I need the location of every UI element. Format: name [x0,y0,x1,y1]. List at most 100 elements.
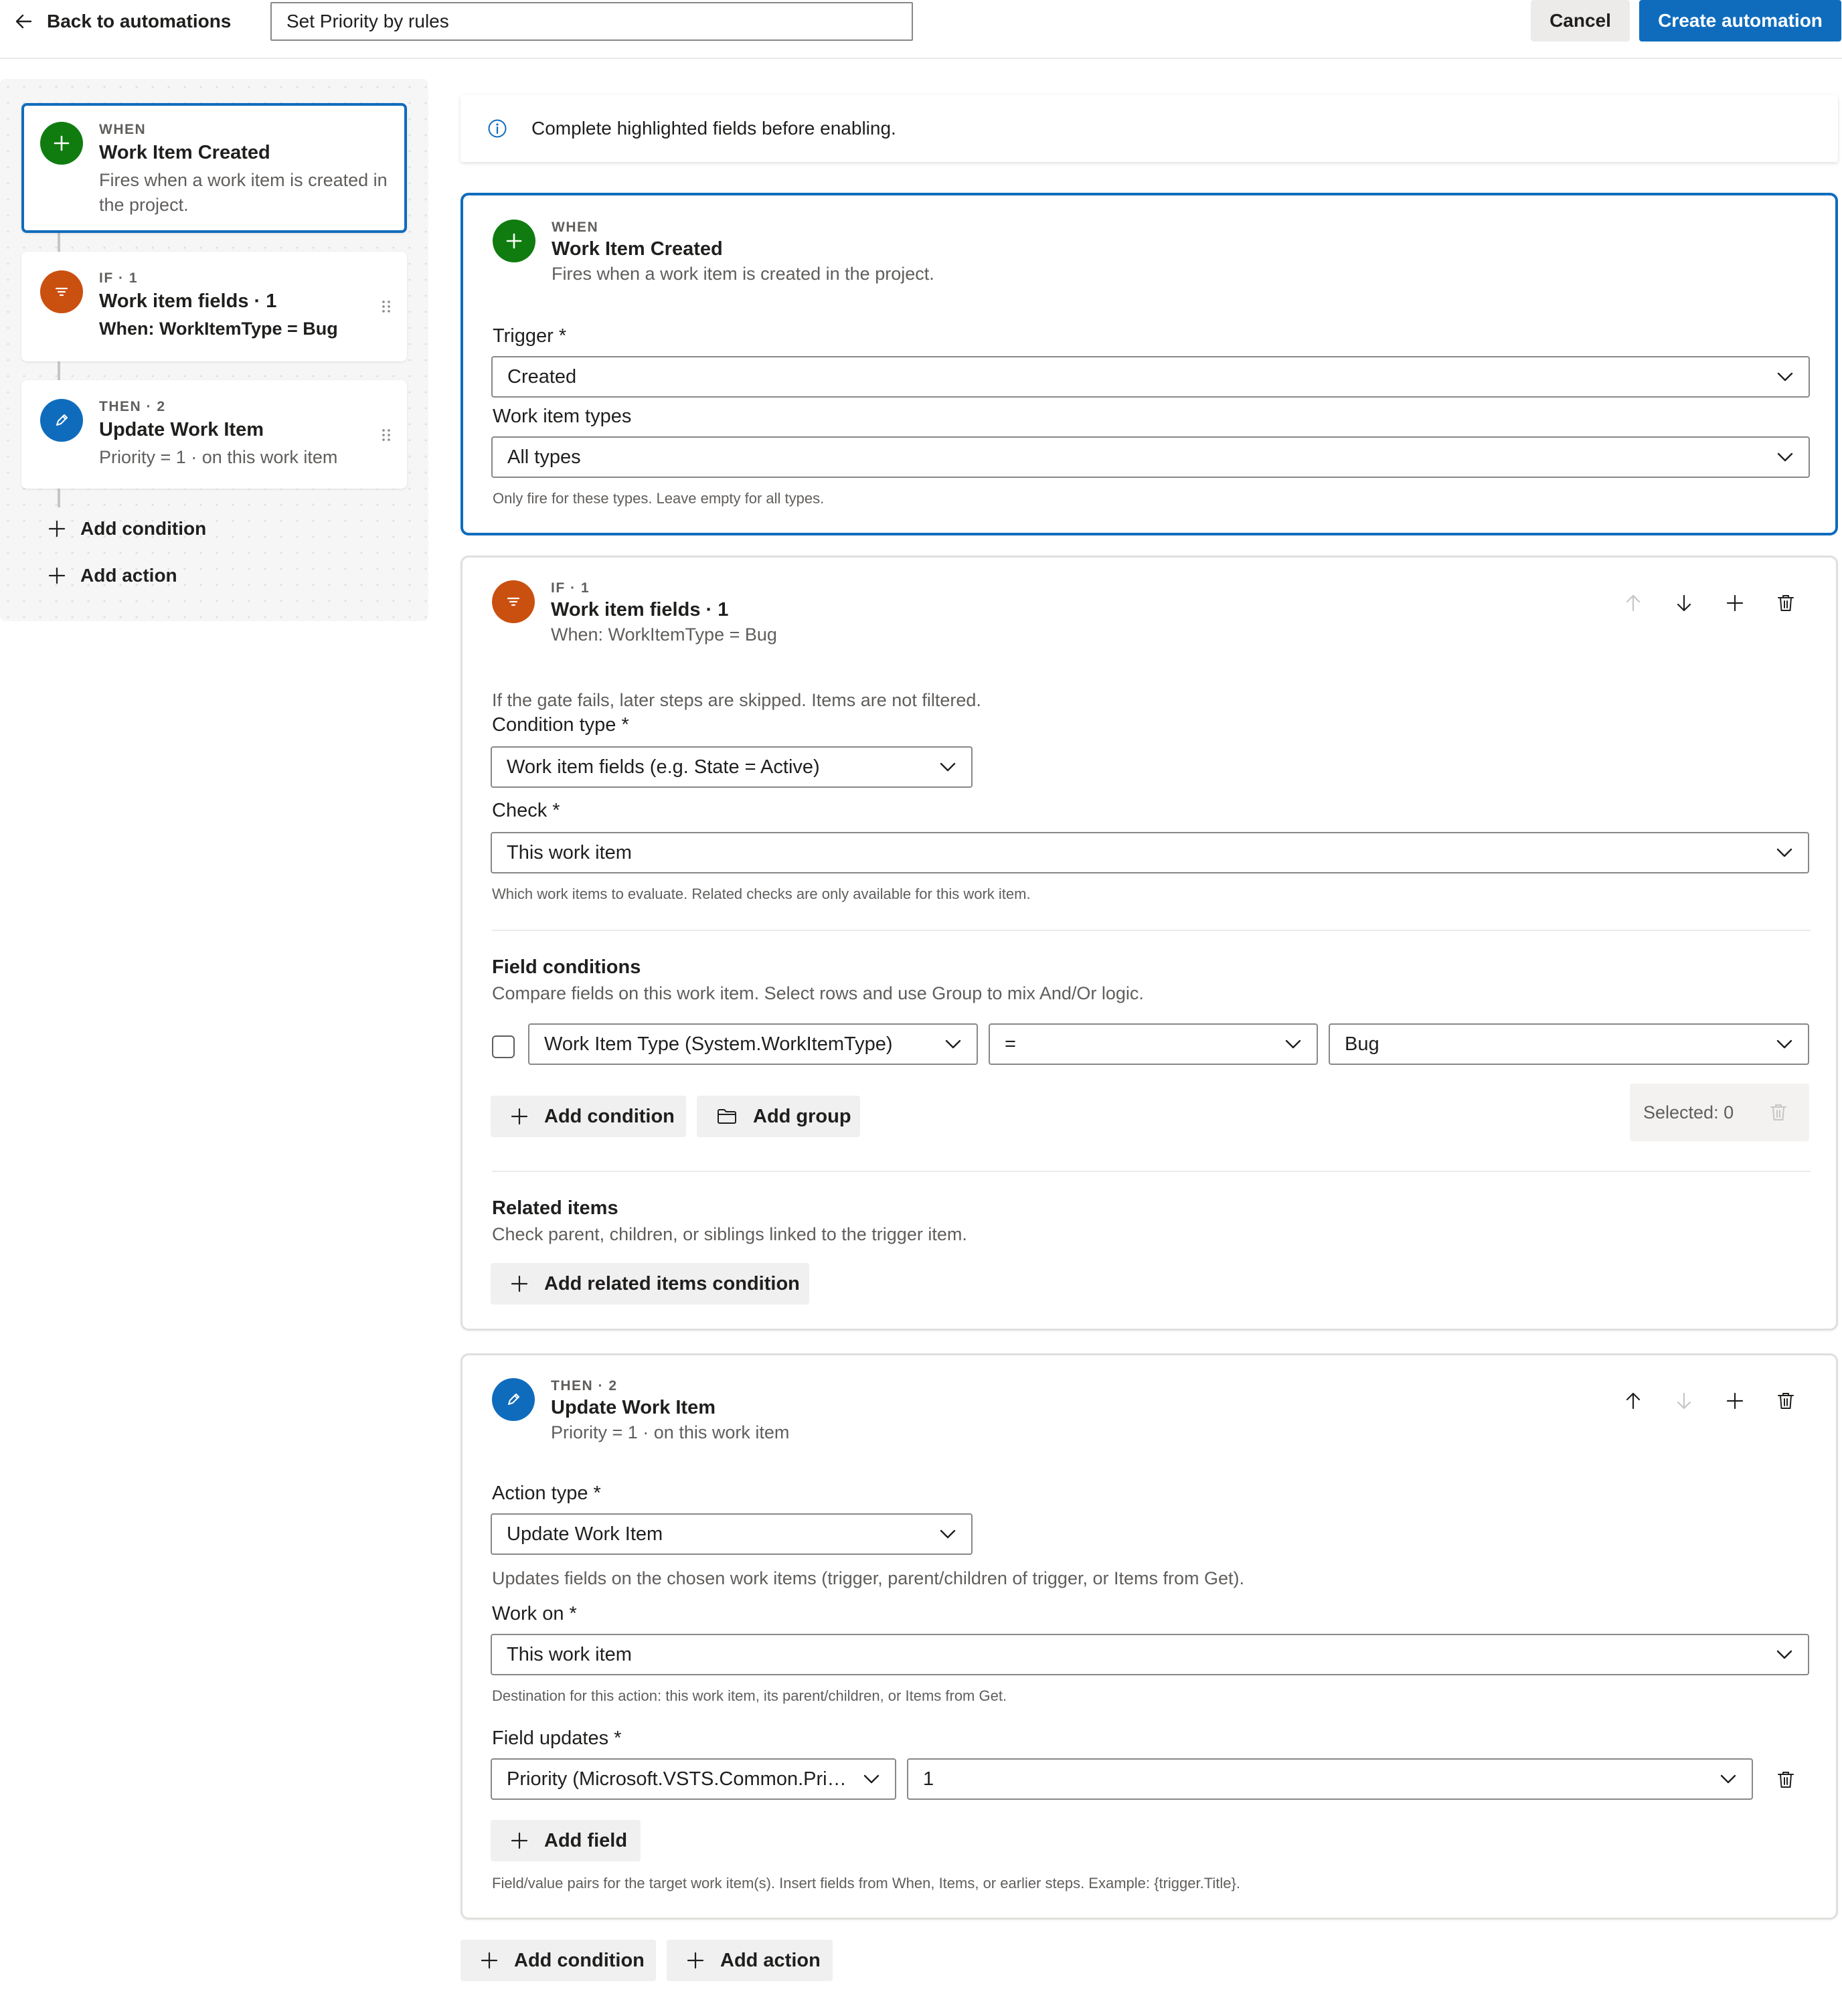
trash-icon [1778,595,1794,611]
work-on-value: This work item [507,1644,632,1665]
bottom-add-action-button[interactable]: Add action [667,1940,833,1981]
work-item-types-help: Only fire for these types. Leave empty f… [493,490,825,507]
chevron-down-icon [1776,1039,1792,1049]
panel-subtitle: Fires when a work item is created in the… [552,264,934,284]
related-items-title: Related items [492,1197,618,1219]
trigger-value: Created [507,366,577,388]
condition-row-checkbox[interactable] [492,1035,515,1058]
check-select[interactable]: This work item [491,832,1809,873]
chevron-down-icon [1777,372,1793,382]
selection-toolbar: Selected: 0 [1630,1084,1809,1141]
arrow-up-icon [1626,1392,1641,1410]
drag-handle-icon[interactable] [382,428,391,442]
work-item-types-select[interactable]: All types [491,436,1810,478]
move-up-button[interactable] [1618,588,1648,618]
plus-icon [511,1108,528,1125]
sidebar-add-action-button[interactable]: Add action [48,565,177,586]
field-conditions-desc: Compare fields on this work item. Select… [492,983,1144,1003]
add-related-items-label: Add related items condition [544,1272,800,1294]
bottom-add-condition-button[interactable]: Add condition [460,1940,656,1981]
move-up-button[interactable] [1618,1386,1648,1416]
add-step-button[interactable] [1720,588,1750,618]
back-link-label: Back to automations [47,11,232,31]
panel-title: Update Work Item [551,1397,716,1418]
work-item-types-label: Work item types [493,406,632,427]
add-condition-label: Add condition [544,1105,675,1127]
chevron-down-icon [945,1039,961,1049]
step-subtitle: Fires when a work item is created in the… [99,170,388,215]
panel-title: Work item fields · 1 [551,599,729,620]
step-title: Work Item Created [99,142,270,163]
trash-icon [1778,1772,1794,1788]
drag-handle-icon[interactable] [382,300,391,313]
update-field-value: Priority (Microsoft.VSTS.Common.Prio... [507,1768,848,1790]
selected-count: Selected: 0 [1643,1102,1734,1122]
plus-icon [481,1952,498,1969]
info-icon [488,119,507,138]
action-type-select[interactable]: Update Work Item [491,1513,973,1555]
chevron-down-icon [1776,848,1792,857]
delete-selected-button[interactable] [1764,1098,1793,1127]
delete-field-update-button[interactable] [1771,1765,1801,1794]
chevron-down-icon [863,1774,880,1784]
plus-icon [687,1952,704,1969]
folder-icon [718,1109,736,1124]
step-eyebrow: WHEN [99,122,147,137]
add-field-label: Add field [544,1829,628,1851]
delete-step-button[interactable] [1771,588,1801,618]
sidebar-step-when[interactable]: WHEN Work Item Created Fires when a work… [21,103,407,233]
notice-text: Complete highlighted fields before enabl… [531,118,896,139]
action-type-help: Updates fields on the chosen work items … [492,1568,1244,1588]
update-value-select[interactable]: 1 [907,1758,1753,1800]
add-field-button[interactable]: Add field [491,1820,641,1861]
automation-name-input[interactable] [270,2,913,41]
plus-icon [1726,594,1744,612]
create-automation-button[interactable]: Create automation [1639,0,1841,41]
check-label: Check * [492,800,560,821]
update-field-select[interactable]: Priority (Microsoft.VSTS.Common.Prio... [491,1758,896,1800]
add-related-items-button[interactable]: Add related items condition [491,1263,809,1305]
condition-operator-value: = [1005,1033,1016,1055]
arrow-left-icon [15,13,32,30]
cancel-button[interactable]: Cancel [1531,0,1630,41]
step-subtitle: When: WorkItemType = Bug [99,319,338,339]
work-on-select[interactable]: This work item [491,1634,1809,1675]
add-group-label: Add group [753,1105,851,1127]
sidebar-step-then[interactable]: THEN · 2 Update Work Item Priority = 1 ·… [21,380,407,489]
trigger-label: Trigger * [493,325,567,347]
condition-field-value: Work Item Type (System.WorkItemType) [544,1033,893,1055]
work-item-types-value: All types [507,446,581,468]
condition-value-select[interactable]: Bug [1329,1023,1809,1065]
sidebar-add-condition-button[interactable]: Add condition [48,518,206,539]
plus-icon [511,1832,528,1849]
panel-subtitle: Priority = 1 · on this work item [551,1422,790,1442]
move-down-button[interactable] [1669,588,1699,618]
condition-field-select[interactable]: Work Item Type (System.WorkItemType) [528,1023,978,1065]
plus-icon [493,220,535,262]
add-condition-label: Add condition [514,1949,645,1971]
add-group-button[interactable]: Add group [697,1096,860,1137]
arrow-down-icon [1677,1392,1691,1410]
filter-icon [40,270,83,313]
sidebar-step-if[interactable]: IF · 1 Work item fields · 1 When: WorkIt… [21,252,407,361]
filter-icon [492,580,535,623]
flow-connector [58,233,60,252]
delete-step-button[interactable] [1771,1386,1801,1416]
add-step-button[interactable] [1720,1386,1750,1416]
chevron-down-icon [1776,1650,1792,1659]
add-condition-button[interactable]: Add condition [491,1096,686,1137]
panel-subtitle: When: WorkItemType = Bug [551,624,777,645]
work-on-label: Work on * [492,1603,577,1624]
if-panel: IF · 1 Work item fields · 1 When: WorkIt… [460,556,1838,1331]
action-type-label: Action type * [492,1483,601,1504]
when-panel: WHEN Work Item Created Fires when a work… [460,193,1838,535]
condition-operator-select[interactable]: = [989,1023,1318,1065]
condition-type-select[interactable]: Work item fields (e.g. State = Active) [491,746,973,788]
trigger-select[interactable]: Created [491,356,1810,398]
chevron-down-icon [940,1529,956,1539]
arrow-down-icon [1677,594,1691,612]
back-to-automations-link[interactable]: Back to automations [15,7,231,36]
step-subtitle: Priority = 1 · on this work item [99,447,338,467]
move-down-button[interactable] [1669,1386,1699,1416]
trash-icon [1770,1104,1786,1120]
